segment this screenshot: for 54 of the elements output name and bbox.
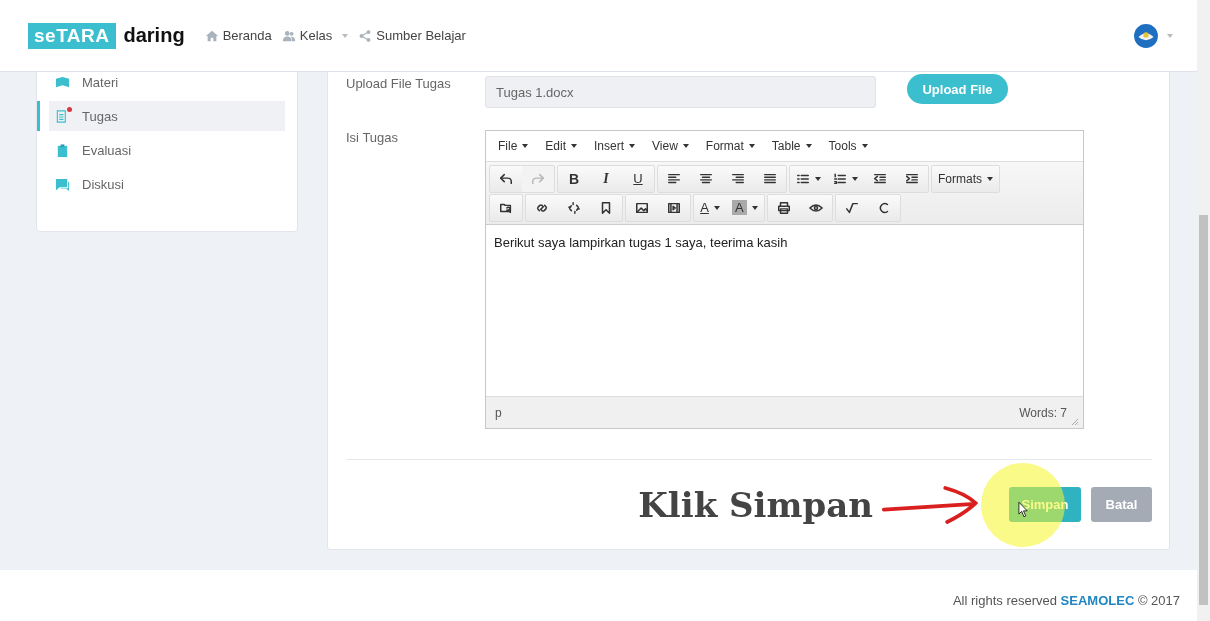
justify-icon (763, 171, 777, 186)
book-icon (55, 74, 70, 90)
outdent-icon (873, 171, 887, 186)
undo-icon (499, 171, 513, 186)
caret-icon (1167, 33, 1173, 38)
background-color-button[interactable]: A (726, 194, 764, 221)
editor-menu-item[interactable]: Format (705, 139, 755, 153)
bold-button[interactable]: B (558, 165, 590, 192)
home-icon (204, 28, 219, 43)
editor-text: Berikut saya lampirkan tugas 1 saya, teerima kasih (494, 235, 789, 250)
chat-icon (55, 176, 70, 192)
editor-menu-item[interactable]: Table (771, 139, 812, 153)
copyright-text: All rights reserved SEAMOLEC © 2017 (952, 593, 1180, 608)
sidebar-item[interactable]: Materi (37, 72, 285, 97)
editor-menu-item[interactable]: File (498, 139, 529, 153)
editor-menu-item[interactable]: Edit (545, 139, 578, 153)
clipboard-icon (55, 142, 70, 158)
field-label: Isi Tugas (346, 130, 400, 145)
numlist-icon (833, 171, 847, 186)
scrollbar[interactable] (1197, 0, 1210, 621)
nav-link[interactable]: Kelas (281, 28, 349, 43)
nav-link[interactable]: Sumber Belajar (358, 28, 466, 43)
editor-menu-item[interactable]: Tools (828, 139, 868, 153)
unlink-icon (567, 200, 581, 215)
formats-dropdown[interactable]: Formats (932, 165, 999, 192)
italic-button[interactable]: I (590, 165, 622, 192)
sidebar-item[interactable]: Diskusi (37, 169, 285, 199)
resize-handle-icon[interactable] (1071, 418, 1079, 426)
file-name-field[interactable]: Tugas 1.docx (485, 76, 876, 108)
editor-menu-item[interactable]: Insert (594, 139, 636, 153)
bookmark-icon (599, 200, 613, 215)
share-icon (358, 28, 373, 43)
check-icon (844, 200, 859, 215)
redo-icon (531, 171, 545, 186)
nav-link[interactable]: Beranda (204, 28, 272, 43)
media-icon (667, 200, 681, 215)
people-icon (281, 28, 296, 43)
aligncenter-icon (699, 171, 713, 186)
field-label: Upload File Tugas (346, 76, 452, 91)
sidebar-item[interactable]: Tugas (37, 101, 285, 131)
annotation-text: Klik Simpan (638, 484, 873, 525)
element-path: p (495, 405, 502, 420)
editor-menu-item[interactable]: View (652, 139, 689, 153)
emblem-avatar-icon[interactable] (1133, 22, 1159, 49)
image-icon (635, 200, 649, 215)
alignleft-icon (667, 171, 681, 186)
underline-button[interactable]: U (622, 165, 654, 192)
scrollbar-thumb[interactable] (1199, 215, 1208, 605)
alignright-icon (731, 171, 745, 186)
text-color-button[interactable]: A (694, 194, 726, 221)
word-count: Words: 7 (1019, 405, 1067, 420)
sidebar-item[interactable]: Evaluasi (37, 135, 285, 165)
indent-icon (905, 171, 919, 186)
print-icon (776, 200, 791, 215)
